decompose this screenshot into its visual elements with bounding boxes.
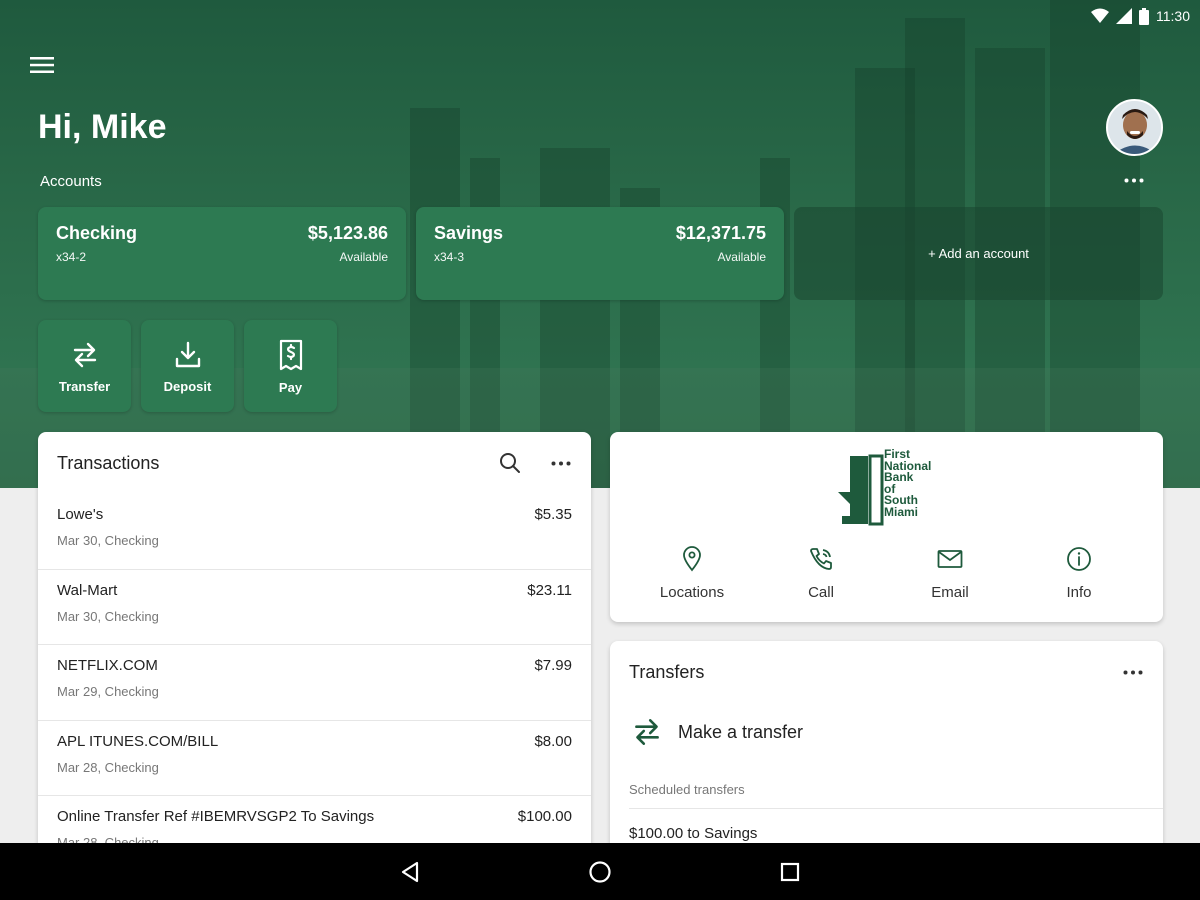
account-balance: $5,123.86: [307, 223, 388, 243]
search-icon[interactable]: [499, 452, 521, 474]
action-label: Pay: [278, 379, 303, 395]
back-triangle-icon: [401, 861, 419, 882]
account-card-checking[interactable]: Checking $5,123.86 x34-2 Available: [38, 207, 406, 300]
more-horizontal-icon[interactable]: [1123, 670, 1143, 675]
add-account-button[interactable]: + Add an account: [794, 207, 1163, 300]
contact-label: Locations: [659, 584, 725, 601]
wifi-icon: [1091, 8, 1109, 23]
transaction-row[interactable]: Wal-Mart $23.11 Mar 30, Checking: [38, 570, 591, 645]
avatar[interactable]: [1106, 99, 1163, 156]
scheduled-transfers-label: Scheduled transfers: [629, 782, 745, 797]
recents-square-icon: [780, 862, 800, 881]
transfer-action-button[interactable]: Transfer: [38, 320, 131, 412]
hamburger-menu-icon: [30, 57, 54, 73]
transaction-amount: $7.99: [534, 657, 572, 674]
back-button[interactable]: [390, 852, 430, 892]
make-transfer-label: Make a transfer: [678, 721, 804, 742]
make-transfer-button[interactable]: Make a transfer: [630, 715, 803, 749]
call-button[interactable]: Call: [761, 544, 881, 601]
contact-label: Call: [808, 584, 834, 601]
info-icon: [1067, 547, 1091, 571]
home-circle-icon: [589, 860, 611, 883]
action-label: Transfer: [58, 378, 111, 394]
transactions-card: Transactions Lowe's $5.35 Mar 30, Checkin…: [38, 432, 591, 872]
transaction-meta: Mar 30, Checking: [57, 533, 159, 548]
status-bar: 11:30: [0, 0, 1200, 32]
pay-icon: [279, 339, 302, 370]
transaction-meta: Mar 30, Checking: [57, 608, 159, 624]
battery-icon: [1139, 7, 1149, 25]
balance-label: Available: [339, 250, 388, 264]
more-horizontal-icon: [1124, 178, 1144, 182]
greeting-title: Hi, Mike: [38, 108, 167, 146]
transaction-meta: Mar 28, Checking: [57, 759, 159, 775]
action-label: Deposit: [163, 378, 212, 394]
menu-button[interactable]: [26, 52, 58, 78]
transaction-row[interactable]: APL ITUNES.COM/BILL $8.00 Mar 28, Checkin…: [38, 721, 591, 796]
transfer-icon: [73, 342, 96, 367]
location-pin-icon: [683, 546, 701, 572]
transfer-icon: [635, 719, 659, 745]
info-button[interactable]: Info: [1019, 544, 1139, 601]
accounts-more-button[interactable]: [1118, 168, 1150, 192]
transaction-row[interactable]: NETFLIX.COM $7.99 Mar 29, Checking: [38, 645, 591, 721]
transaction-amount: $100.00: [517, 808, 572, 825]
signal-icon: [1116, 8, 1132, 24]
pay-action-button[interactable]: Pay: [244, 320, 337, 412]
divider: [629, 808, 1163, 809]
transaction-name: Online Transfer Ref #IBEMRVSGP2 To Savin…: [57, 808, 375, 825]
account-number: x34-2: [56, 250, 87, 264]
locations-button[interactable]: Locations: [632, 544, 752, 601]
email-button[interactable]: Email: [890, 544, 1010, 601]
phone-icon: [810, 548, 832, 570]
bank-name: First National Bank of South Miami: [884, 447, 932, 519]
scheduled-transfer-item[interactable]: $100.00 to Savings: [629, 825, 757, 842]
deposit-action-button[interactable]: Deposit: [141, 320, 234, 412]
account-card-savings[interactable]: Savings $12,371.75 x34-3 Available: [416, 207, 784, 300]
transaction-meta: Mar 29, Checking: [57, 684, 159, 699]
transfers-title: Transfers: [629, 661, 705, 682]
email-icon: [937, 550, 963, 568]
accounts-label: Accounts: [40, 173, 102, 190]
transaction-name: Wal-Mart: [57, 581, 118, 599]
balance-label: Available: [717, 250, 766, 264]
transaction-name: NETFLIX.COM: [57, 657, 158, 674]
account-number: x34-3: [434, 250, 465, 264]
transaction-name: APL ITUNES.COM/BILL: [57, 732, 219, 750]
bank-info-card: First National Bank of South Miami Locat…: [610, 432, 1163, 622]
account-name: Checking: [56, 223, 138, 243]
transaction-amount: $23.11: [527, 581, 572, 599]
transaction-row[interactable]: Lowe's $5.35 Mar 30, Checking: [38, 494, 591, 570]
account-balance: $12,371.75: [675, 223, 766, 243]
transactions-title: Transactions: [57, 452, 160, 473]
system-navigation-bar: [0, 843, 1200, 900]
more-horizontal-icon[interactable]: [551, 461, 571, 466]
contact-label: Email: [931, 584, 969, 601]
transaction-amount: $8.00: [534, 732, 572, 750]
status-time: 11:30: [1156, 8, 1190, 24]
home-button[interactable]: [580, 852, 620, 892]
account-name: Savings: [434, 223, 504, 243]
profile-photo-icon: [1108, 101, 1161, 154]
transaction-name: Lowe's: [57, 506, 104, 523]
transaction-amount: $5.35: [534, 506, 572, 523]
deposit-icon: [175, 341, 200, 367]
recents-button[interactable]: [770, 852, 810, 892]
contact-label: Info: [1066, 584, 1092, 601]
